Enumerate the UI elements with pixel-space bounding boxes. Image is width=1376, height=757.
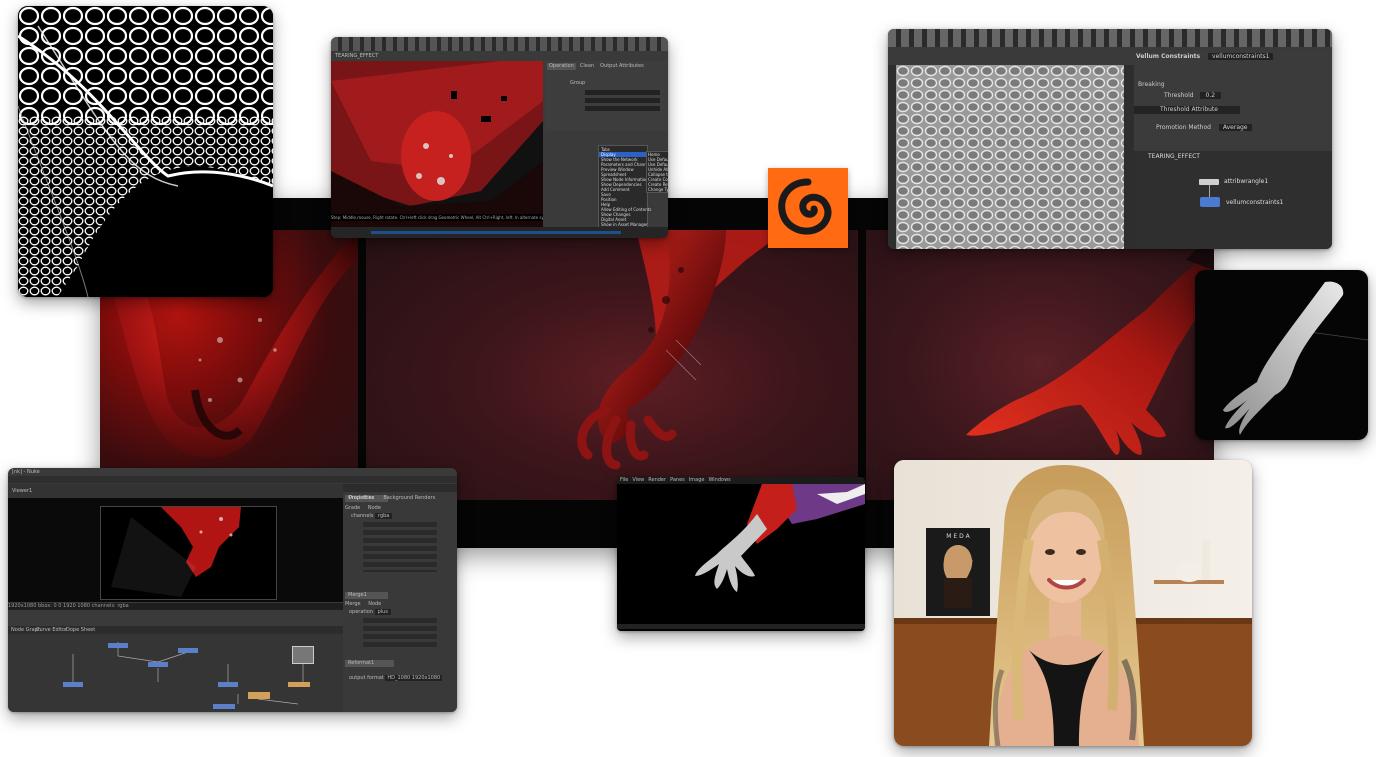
node-label-vellumconstraints: vellumconstraints1 (1226, 199, 1284, 206)
houdini-logo (768, 168, 848, 248)
network-title: TEARING_EFFECT (1148, 153, 1200, 160)
timeline-bar[interactable] (331, 227, 668, 238)
nuke-node[interactable] (178, 648, 198, 653)
reaching-hand-render (577, 230, 786, 470)
nuke-node[interactable] (248, 692, 270, 699)
submenu-item[interactable]: Change Type (647, 187, 668, 192)
node-network[interactable]: TEARING_EFFECT attribwrangle1 vellumcons… (1134, 151, 1332, 249)
nuke-node[interactable] (213, 704, 235, 709)
nuke-node[interactable] (288, 682, 310, 687)
vellum-viewport[interactable] (896, 65, 1124, 249)
hand-aov-render (617, 484, 865, 629)
menu-render[interactable]: Render (648, 477, 666, 484)
node-vellumconstraints[interactable] (1200, 197, 1220, 207)
context-submenu: HomeUse Default SceneUse Default ShapesU… (646, 151, 668, 193)
instructor-photo: M E D A (894, 460, 1252, 746)
viewer-toolbar[interactable]: Viewer1 (8, 484, 343, 498)
viewer-info-bar: 1920x1080 bbox: 0 0 1920 1080 channels: … (8, 603, 343, 610)
menu-windows[interactable]: Windows (708, 477, 730, 484)
hand-mesh-render (1223, 281, 1368, 435)
nuke-viewer[interactable] (8, 498, 343, 602)
window-title: [nk] - Nuke (12, 469, 40, 475)
window-title: TEARING_EFFECT (335, 53, 379, 59)
node-type-label: Vellum Constraints (1136, 53, 1201, 60)
nuke-node[interactable] (63, 682, 83, 687)
channels-dropdown[interactable]: rgba (374, 513, 393, 519)
param-slider-2[interactable] (585, 98, 660, 103)
tab-operation[interactable]: Operation (547, 63, 576, 70)
breaking-section[interactable]: Breaking (1134, 81, 1332, 89)
promotion-label: Promotion Method (1156, 124, 1211, 131)
merge-tab[interactable]: Merge (345, 601, 361, 607)
nuke-node[interactable] (148, 662, 168, 667)
nuke-node[interactable] (108, 643, 128, 648)
web-mesh-render (18, 6, 273, 297)
viewer-red-cloth-render (111, 507, 241, 597)
tab-background-renders[interactable]: Background Renders (379, 495, 435, 501)
film-panel-reaching-hand (366, 230, 858, 500)
param-slider-3[interactable] (585, 106, 660, 111)
menu-bar[interactable]: File View Render Panes Image Windows (617, 477, 865, 484)
houdini-viewport-window: TEARING_EFFECT Operation Clean Output At… (331, 37, 668, 238)
node-graph[interactable] (8, 634, 343, 712)
tab-dope-sheet[interactable]: Dope Sheet (66, 627, 95, 634)
promotion-dropdown[interactable]: Average (1218, 124, 1252, 131)
houdini-spiral-icon (778, 178, 832, 235)
red-sheet-viewport-render (331, 61, 543, 227)
menu-image[interactable]: Image (689, 477, 705, 484)
merge-node-tab[interactable]: Node (368, 601, 381, 607)
operation-dropdown[interactable]: plus (374, 609, 391, 615)
tab-clean[interactable]: Clean (578, 63, 596, 70)
shelf-toolbar[interactable] (888, 29, 1332, 47)
threshold-label: Threshold (1164, 92, 1194, 99)
node-label-attribwrangle: attribwrangle1 (1224, 178, 1269, 185)
grade-tab[interactable]: Grade (345, 505, 360, 511)
properties-panel: Properties Background Renders Grade1 Gra… (343, 484, 457, 712)
menu-panes[interactable]: Panes (670, 477, 685, 484)
web-sheet-top-view (896, 65, 1124, 249)
menu-bar[interactable] (8, 476, 457, 483)
node-graph-tabs[interactable]: Node Graph Curve Editor Dope Sheet (8, 626, 343, 634)
grade-sliders[interactable] (363, 522, 437, 572)
parameter-pane: Operation Clean Output Attributes Group (545, 61, 668, 131)
viewer-tab[interactable]: Viewer1 (12, 488, 32, 495)
tab-output-attributes[interactable]: Output Attributes (598, 63, 646, 70)
poster-title: M E D A (946, 533, 970, 540)
vellum-param-pane: Vellum Constraints vellumconstraints1 Br… (1134, 51, 1332, 151)
comp-viewer-window: File View Render Panes Image Windows (617, 477, 865, 631)
houdini-vellum-window: Vellum Constraints vellumconstraints1 Br… (888, 29, 1332, 249)
hand-mesh-viewport (1195, 270, 1368, 440)
left-toolbar[interactable] (888, 65, 896, 249)
threshold-attribute-label: Threshold Attribute (1134, 106, 1240, 114)
menu-view[interactable]: View (632, 477, 644, 484)
nuke-node[interactable] (218, 682, 238, 687)
shelf-toolbar[interactable] (331, 37, 668, 51)
merge-params[interactable] (363, 618, 437, 648)
reformat-node-name[interactable]: Reformat1 (345, 660, 394, 667)
grade-node-tab[interactable]: Node (368, 505, 381, 511)
tab-curve-editor[interactable]: Curve Editor (36, 627, 67, 634)
menu-file[interactable]: File (620, 477, 628, 484)
node-name-field[interactable]: vellumconstraints1 (1208, 53, 1274, 60)
nuke-window: [nk] - Nuke Viewer1 1920x1080 bbox: 0 0 … (8, 468, 457, 712)
3d-viewport[interactable] (331, 61, 543, 227)
format-dropdown[interactable]: HD_1080 1920x1080 (385, 675, 443, 681)
status-bar-text: Step: Middle.mouse, Right rotate. Ctrl+l… (331, 214, 543, 221)
nuke-read-thumbnail[interactable] (292, 646, 314, 664)
merge-node-name[interactable]: Merge1 (345, 592, 388, 599)
threshold-field[interactable]: 0.2 (1199, 92, 1222, 99)
instructor-portrait: M E D A (894, 460, 1252, 746)
web-mesh-viewport (18, 6, 273, 297)
param-slider[interactable] (585, 90, 660, 95)
context-menu: Tabs Display Show the Network Parameters an… (598, 145, 652, 234)
param-group-label: Group (570, 80, 586, 86)
right-toolbar[interactable] (1124, 65, 1134, 249)
